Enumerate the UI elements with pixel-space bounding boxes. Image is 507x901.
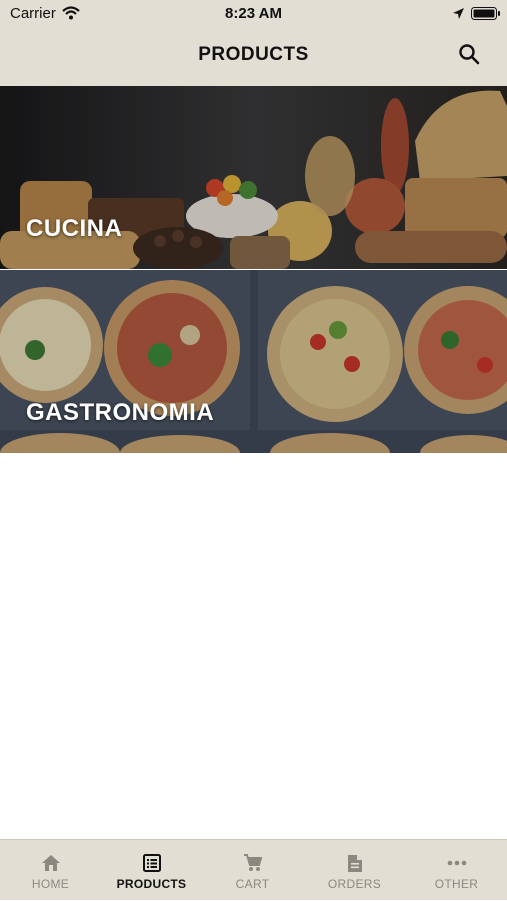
tab-cart[interactable]: CART [202,840,303,901]
tab-label-other: OTHER [434,877,479,891]
cart-icon [202,854,303,874]
search-icon [458,43,480,70]
category-card-cucina[interactable]: CUCINA [0,86,507,269]
location-arrow-icon [452,7,465,25]
tab-label-orders: ORDERS [327,877,382,891]
nav-bar: PRODUCTS [0,26,507,86]
tab-orders[interactable]: ORDERS [304,840,405,901]
search-button[interactable] [456,43,482,69]
tab-bar: HOME PRODUCTS CART ORDERS OTHER [0,839,507,900]
tab-other[interactable]: OTHER [406,840,507,901]
more-icon [406,854,507,874]
tab-label-cart: CART [235,877,270,891]
tab-products[interactable]: PRODUCTS [101,840,202,901]
status-bar: Carrier 8:23 AM [0,0,507,26]
status-time: 8:23 AM [225,5,282,22]
list-icon [101,854,202,874]
tab-label-products: PRODUCTS [116,877,187,891]
category-label-gastronomia: GASTRONOMIA [26,399,215,426]
page-title: PRODUCTS [198,44,309,65]
document-icon [304,854,405,874]
tab-label-home: HOME [31,877,70,891]
category-label-cucina: CUCINA [26,215,123,242]
battery-icon [471,7,501,25]
tab-home[interactable]: HOME [0,840,101,901]
home-icon [0,854,101,874]
category-card-gastronomia[interactable]: GASTRONOMIA [0,270,507,453]
